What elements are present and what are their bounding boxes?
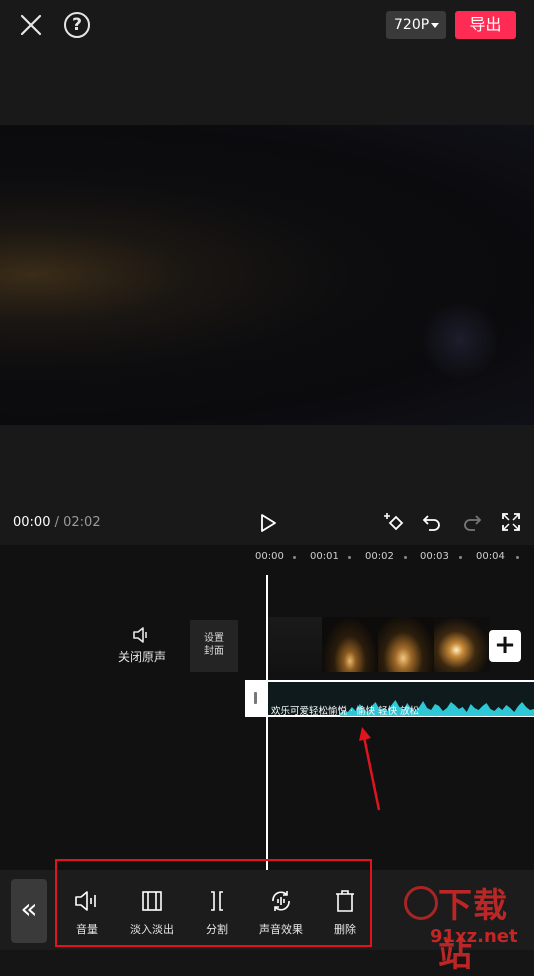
time-display: 00:00 / 02:02 — [13, 515, 101, 530]
watermark-url: 91xz.net — [430, 926, 518, 947]
clip-frame — [434, 617, 490, 672]
audio-trim-handle[interactable] — [245, 680, 267, 717]
preview-glow — [420, 300, 500, 380]
clip-frame — [378, 617, 434, 672]
keyframe-icon[interactable] — [382, 511, 406, 535]
help-icon[interactable]: ? — [64, 12, 90, 38]
tick-dot — [293, 556, 296, 559]
total-time: 02:02 — [63, 515, 101, 530]
fullscreen-icon[interactable] — [500, 511, 522, 533]
add-clip-button[interactable]: + — [489, 630, 521, 662]
time-tick: 00:01 — [310, 551, 339, 562]
cover-label-line2: 封面 — [204, 646, 224, 657]
tick-dot — [348, 556, 351, 559]
play-icon[interactable] — [258, 513, 278, 533]
close-icon[interactable] — [18, 12, 44, 38]
annotation-arrow — [359, 727, 381, 811]
clip-frame — [268, 617, 322, 672]
watermark-logo — [404, 886, 438, 920]
time-tick: 00:00 — [255, 551, 284, 562]
tick-dot — [459, 556, 462, 559]
watermark: 下载站 91xz.net — [400, 880, 534, 975]
handle-grip — [254, 692, 257, 704]
playhead[interactable] — [266, 575, 268, 870]
mute-label: 关闭原声 — [117, 650, 166, 664]
set-cover-button[interactable]: 设置 封面 — [190, 620, 238, 672]
time-tick: 00:03 — [420, 551, 449, 562]
highlight-box — [55, 859, 372, 947]
resolution-value: 720P — [394, 17, 430, 33]
redo-icon[interactable] — [461, 511, 483, 533]
export-button[interactable]: 导出 — [455, 11, 516, 39]
time-tick: 00:04 — [476, 551, 505, 562]
tick-dot — [516, 556, 519, 559]
clip-frame — [322, 617, 378, 672]
caret-down-icon — [431, 23, 439, 28]
time-tick: 00:02 — [365, 551, 394, 562]
collapse-toolbar-button[interactable]: « — [11, 879, 47, 943]
video-clip-track[interactable] — [268, 617, 490, 672]
current-time: 00:00 — [13, 515, 51, 530]
resolution-dropdown[interactable]: 720P — [386, 11, 446, 39]
video-preview[interactable] — [0, 125, 534, 425]
speaker-icon — [133, 627, 147, 643]
time-separator: / — [50, 515, 64, 530]
cover-label-line1: 设置 — [204, 633, 224, 644]
undo-icon[interactable] — [421, 511, 443, 533]
mute-original-button[interactable]: 关闭原声 — [110, 626, 174, 665]
audio-title: 欢乐可爱轻松愉悦 · 愉快 轻快 放松 — [271, 706, 420, 717]
tick-dot — [404, 556, 407, 559]
